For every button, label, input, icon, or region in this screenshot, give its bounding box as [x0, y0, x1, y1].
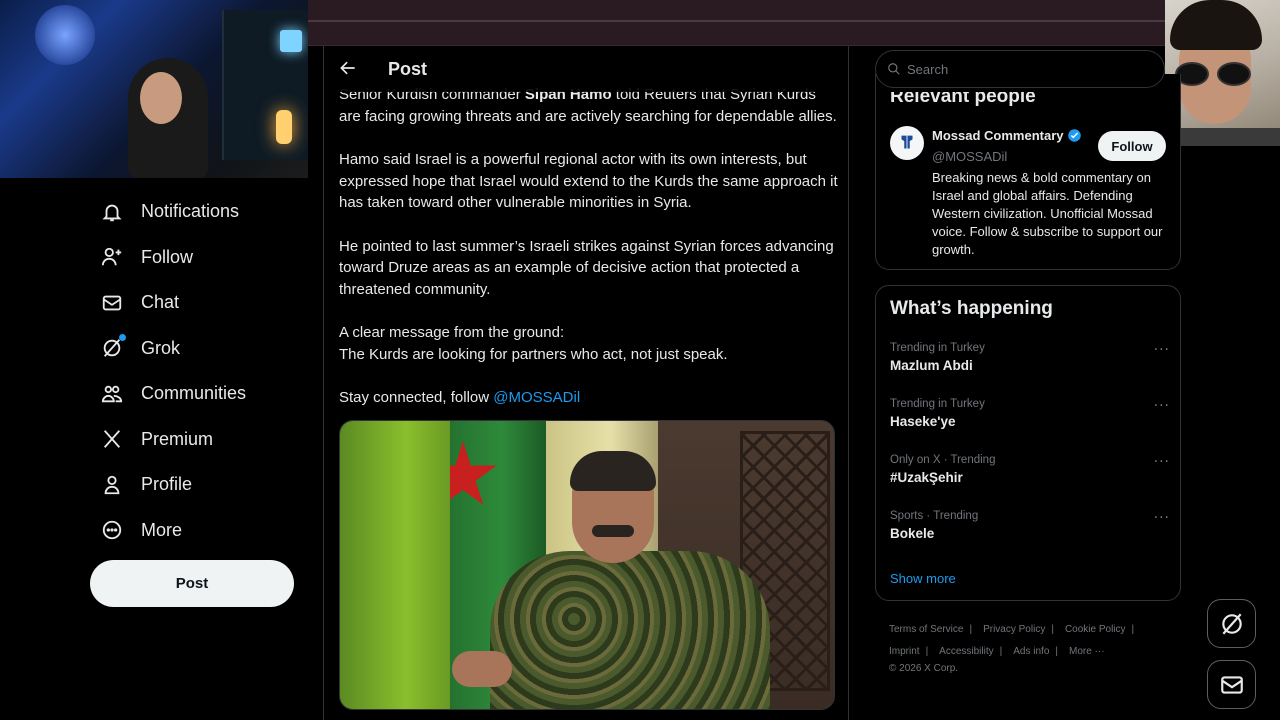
footer-link[interactable]: Privacy Policy [983, 624, 1045, 635]
trend-meta: Sports · Trending [890, 510, 979, 522]
top-banner [308, 0, 1165, 46]
footer-link[interactable]: More ··· [1069, 646, 1105, 657]
more-dots-icon[interactable]: ··· [1154, 510, 1170, 526]
nav-label: Chat [141, 292, 180, 313]
nav-item-notifications[interactable]: Notifications [90, 189, 300, 235]
footer-link[interactable]: Cookie Policy [1065, 624, 1126, 635]
whats-happening-card: What’s happening Trending in Turkey Mazl… [875, 285, 1181, 601]
grok-floating-button[interactable] [1207, 599, 1256, 648]
grok-icon [1221, 613, 1242, 634]
notification-dot [119, 334, 126, 342]
post-paragraph: Hamo said Israel is a powerful regional … [339, 151, 838, 212]
trend-item[interactable]: Trending in Turkey Haseke'ye ··· [890, 398, 1170, 442]
copyright: © 2026 X Corp. [889, 663, 959, 674]
post-header: Post [324, 46, 848, 92]
envelope-icon [1220, 675, 1243, 694]
trend-name: Haseke'ye [890, 414, 956, 429]
mention-link[interactable]: @MOSSADil [493, 389, 580, 406]
trend-item[interactable]: Trending in Turkey Mazlum Abdi ··· [890, 342, 1170, 386]
profile-name-text: Mossad Commentary [932, 128, 1064, 143]
nav-label: Profile [141, 474, 193, 495]
envelope-icon [100, 291, 124, 315]
trend-meta: Trending in Turkey [890, 398, 985, 410]
nav-item-profile[interactable]: Profile [90, 462, 300, 508]
trend-name: Bokele [890, 526, 935, 541]
nav-label: Premium [141, 428, 214, 449]
nav-item-premium[interactable]: Premium [90, 417, 300, 463]
trend-meta: Only on X · Trending [890, 454, 996, 466]
post-paragraph: A clear message from the ground: The Kurd… [339, 322, 839, 365]
nav-label: Follow [141, 246, 194, 267]
footer-link[interactable]: Ads info [1013, 646, 1049, 657]
more-dots-icon[interactable]: ··· [1154, 454, 1170, 470]
footer-link[interactable]: Terms of Service [889, 624, 963, 635]
trend-name: #UzakŞehir [890, 470, 963, 485]
trend-meta: Trending in Turkey [890, 342, 985, 354]
trend-item[interactable]: Sports · Trending Bokele ··· [890, 510, 1170, 554]
profile-name[interactable]: Mossad Commentary [932, 128, 1082, 143]
search-input[interactable] [907, 61, 1147, 77]
verified-badge-icon [1068, 129, 1082, 142]
grok-icon [100, 334, 126, 360]
post-text: Senior Kurdish commander Sipan Hamo told… [339, 84, 839, 431]
trend-item[interactable]: Only on X · Trending #UzakŞehir ··· [890, 454, 1170, 498]
messages-floating-button[interactable] [1207, 660, 1256, 709]
footer-link[interactable]: Imprint [889, 646, 920, 657]
webcam-overlay-right [1165, 0, 1280, 146]
text-line: A clear message from the ground: [339, 324, 565, 342]
more-dots-icon[interactable]: ··· [1154, 398, 1170, 414]
search-bar[interactable] [875, 50, 1165, 88]
sidebar-nav: Notifications Follow Chat Grok Communiti… [90, 189, 300, 553]
more-dots-icon[interactable]: ··· [1154, 342, 1170, 358]
search-icon [888, 63, 900, 75]
footer-link[interactable]: Accessibility [939, 646, 993, 657]
text-segment: Stay connected, follow [339, 389, 494, 407]
nav-label: More [141, 519, 183, 540]
emblem-icon [901, 135, 913, 149]
main-column: Senior Kurdish commander Sipan Hamo told… [323, 46, 849, 720]
nav-item-more[interactable]: More [90, 508, 300, 554]
nav-item-communities[interactable]: Communities [90, 371, 300, 417]
post-image[interactable] [339, 420, 835, 710]
card-title: Relevant people [890, 86, 1036, 107]
bell-icon [100, 200, 124, 224]
profile-handle: @MOSSADil [932, 149, 1008, 164]
more-circle-icon [100, 518, 124, 542]
footer-row: Terms of Service | Privacy Policy | Cookie P… [889, 624, 1135, 635]
post-button[interactable]: Post [90, 560, 294, 607]
footer-links: Terms of Service | Privacy Policy | Cookie P… [889, 619, 1169, 676]
show-more-link[interactable]: Show more [890, 571, 956, 586]
text-line: The Kurds are looking for partners who a… [339, 346, 728, 364]
nav-label: Notifications [141, 201, 240, 222]
nav-item-chat[interactable]: Chat [90, 280, 300, 326]
people-icon [100, 382, 124, 406]
webcam-overlay-left [0, 0, 308, 178]
relevant-people-card: Relevant people Mossad Commentary @MOSSA… [875, 74, 1181, 270]
person-icon [100, 473, 124, 497]
person-plus-icon [100, 245, 124, 269]
nav-item-follow[interactable]: Follow [90, 235, 300, 281]
trend-name: Mazlum Abdi [890, 358, 973, 373]
nav-label: Communities [141, 383, 247, 404]
follow-button[interactable]: Follow [1098, 131, 1166, 161]
x-logo-icon [100, 427, 124, 451]
post-paragraph: Stay connected, follow @MOSSADil [339, 387, 839, 409]
page-title: Post [388, 59, 428, 79]
avatar[interactable] [890, 126, 924, 160]
nav-item-grok[interactable]: Grok [90, 326, 300, 372]
footer-row: Imprint | Accessibility | Ads info | More ··· [889, 645, 1105, 657]
post-paragraph: He pointed to last summer’s Israeli stri… [339, 237, 834, 299]
nav-label: Grok [141, 337, 181, 358]
card-title: What’s happening [890, 298, 1053, 319]
profile-bio: Breaking news & bold commentary on Israe… [932, 170, 1163, 257]
back-arrow-icon[interactable] [338, 58, 358, 78]
